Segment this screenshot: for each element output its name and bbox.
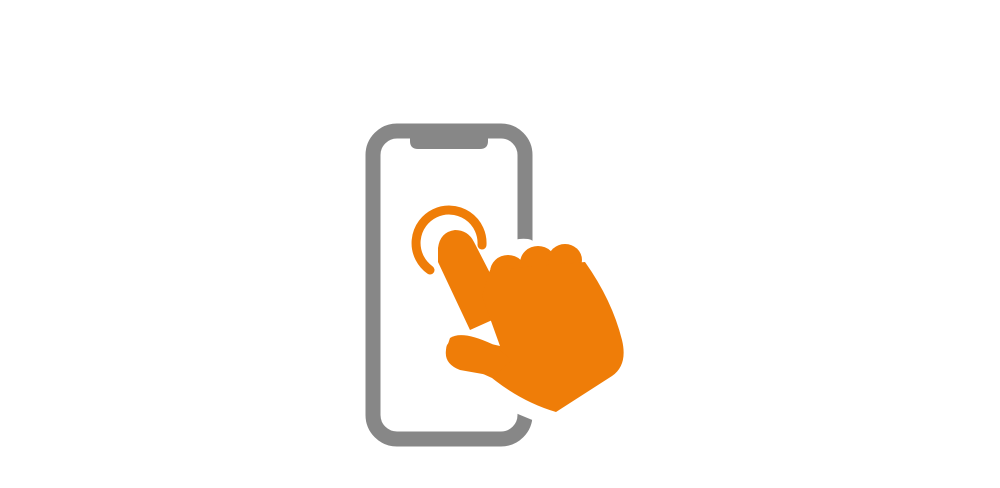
canvas	[0, 0, 1000, 488]
phone-tap-icon	[365, 123, 632, 447]
phone-notch	[410, 131, 488, 149]
